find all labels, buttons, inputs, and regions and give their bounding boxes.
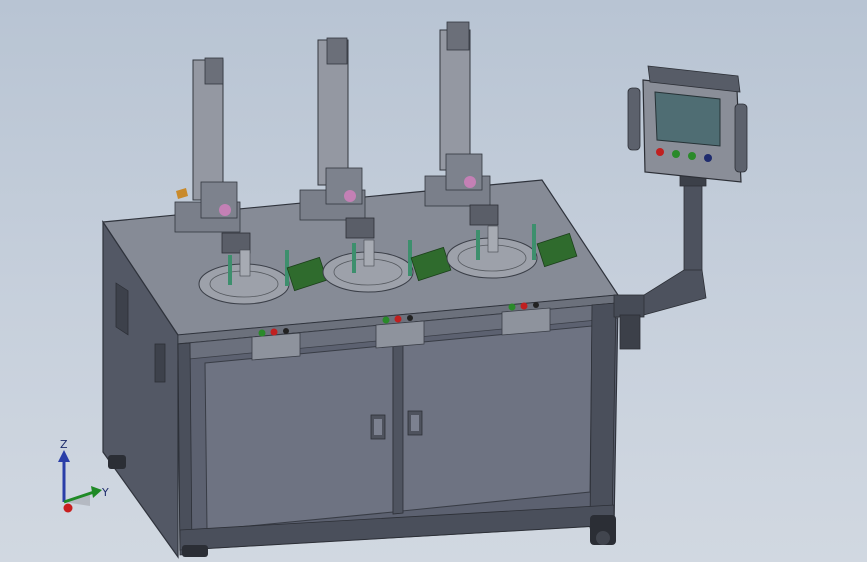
spindle-1 — [219, 204, 231, 216]
side-vent-2 — [154, 343, 166, 383]
right-door-handle-inner — [411, 415, 419, 431]
cad-viewport[interactable]: Z Y — [0, 0, 867, 562]
front-right-post — [589, 302, 617, 529]
spindle-3 — [464, 176, 476, 188]
guide-rod-2a — [352, 243, 356, 273]
caster-front-left — [182, 545, 208, 557]
guide-rod-1a — [228, 255, 232, 285]
linear-actuator-3 — [439, 29, 471, 171]
hmi-handle-right — [734, 103, 748, 173]
machine-model[interactable] — [0, 0, 867, 562]
right-door — [401, 325, 593, 512]
motor-mount-3 — [445, 153, 483, 191]
x-axis-icon — [63, 503, 73, 513]
hmi-handle-left — [627, 87, 641, 151]
guide-rod-3a — [476, 230, 480, 260]
hmi-button-navy — [704, 154, 712, 162]
front-left-post — [177, 342, 193, 556]
spindle-2 — [344, 190, 356, 202]
hmi-screen — [654, 91, 721, 147]
guide-rod-3b — [532, 224, 536, 260]
left-door — [204, 344, 394, 531]
hmi-button-green-1 — [672, 150, 680, 158]
hmi-panel — [627, 65, 748, 183]
caster-wheel — [596, 531, 610, 545]
hmi-button-green-2 — [688, 152, 696, 160]
hmi-button-red — [656, 148, 664, 156]
left-door-handle-inner — [374, 419, 382, 435]
coordinate-triad: Z Y — [58, 440, 109, 513]
motor-mount-1 — [200, 181, 238, 219]
side-vent — [115, 282, 129, 336]
z-axis-label: Z — [60, 440, 68, 451]
hmi-arm — [613, 167, 707, 350]
center-post — [392, 323, 404, 515]
motor-mount-2 — [325, 167, 363, 205]
y-axis-label: Y — [101, 486, 109, 499]
